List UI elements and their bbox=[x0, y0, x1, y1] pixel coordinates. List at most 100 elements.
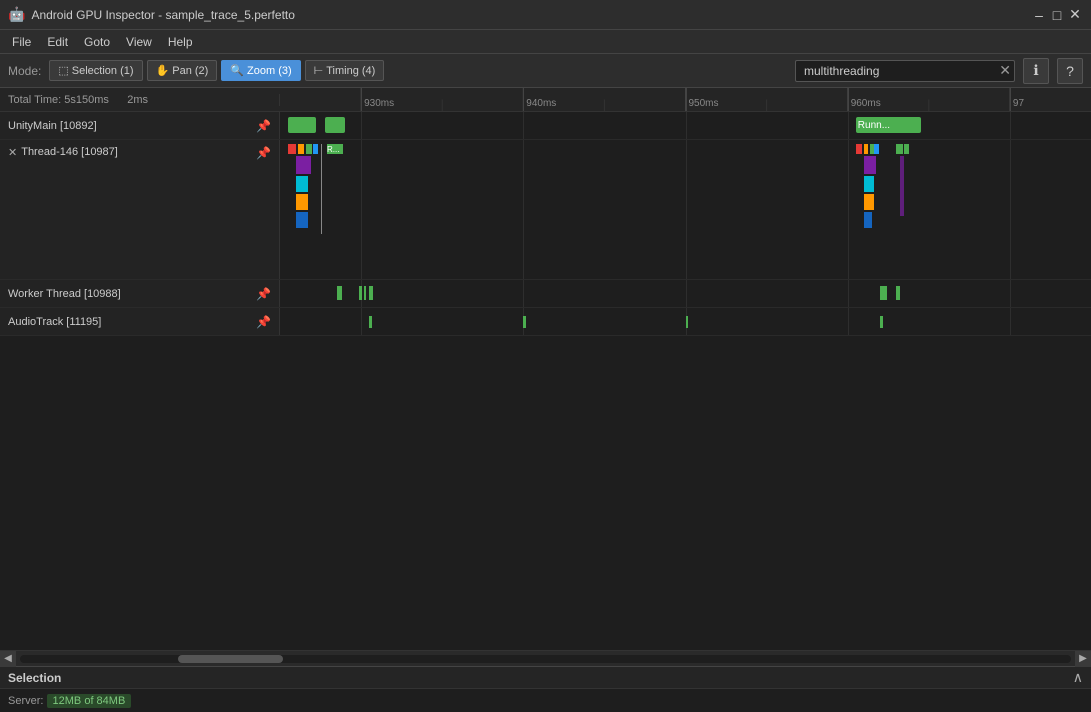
total-time: Total Time: 5s150ms 2ms bbox=[0, 94, 280, 106]
t146-purple-r[interactable] bbox=[864, 156, 876, 174]
search-clear-button[interactable]: ✕ bbox=[999, 62, 1011, 79]
t146-bar-blue-r[interactable] bbox=[874, 144, 878, 154]
menu-bar: File Edit Goto View Help bbox=[0, 30, 1091, 54]
t146-blue-r[interactable] bbox=[864, 212, 872, 228]
t146-vline bbox=[321, 144, 322, 234]
server-memory-info: 12MB of 84MB bbox=[47, 694, 132, 708]
title-bar: 🤖 Android GPU Inspector - sample_trace_5… bbox=[0, 0, 1091, 30]
t146-bar-orange[interactable] bbox=[298, 144, 304, 154]
thread-146-track: ✕ Thread-146 [10987] 📌 R... bbox=[0, 140, 1091, 280]
info-button[interactable]: ℹ bbox=[1023, 58, 1049, 84]
scrollbar-track[interactable] bbox=[20, 655, 1071, 663]
thread-146-canvas[interactable]: R... bbox=[280, 140, 1091, 279]
audio-track-canvas[interactable] bbox=[280, 308, 1091, 335]
main-content: Total Time: 5s150ms 2ms 930ms 940ms 950m… bbox=[0, 88, 1091, 666]
menu-help[interactable]: Help bbox=[160, 33, 201, 51]
t146-bar-orange-r[interactable] bbox=[864, 144, 868, 154]
worker-thread-canvas[interactable] bbox=[280, 280, 1091, 307]
selection-title: Selection bbox=[8, 671, 61, 685]
wt-bar-4[interactable] bbox=[369, 286, 373, 300]
scrollbar-thumb[interactable] bbox=[178, 655, 283, 663]
at-bar-2[interactable] bbox=[523, 316, 525, 328]
t146-bar-red-r[interactable] bbox=[856, 144, 862, 154]
title-bar-title: Android GPU Inspector - sample_trace_5.p… bbox=[31, 8, 294, 22]
pan-icon: ✋ bbox=[156, 64, 170, 77]
wt-bar-2[interactable] bbox=[359, 286, 361, 300]
mode-timing-button[interactable]: ⊢ Timing (4) bbox=[305, 60, 385, 81]
running-label: Runn... bbox=[856, 120, 892, 131]
title-bar-controls: – □ ✕ bbox=[1031, 7, 1083, 23]
menu-edit[interactable]: Edit bbox=[39, 33, 76, 51]
pan-label: Pan (2) bbox=[172, 65, 208, 77]
time-header: Total Time: 5s150ms 2ms 930ms 940ms 950m… bbox=[0, 88, 1091, 112]
t146-blue-1[interactable] bbox=[296, 212, 307, 228]
audio-track-label: AudioTrack [11195] 📌 bbox=[0, 308, 280, 335]
wt-bar-1[interactable] bbox=[337, 286, 342, 300]
t146-bar-green[interactable] bbox=[306, 144, 312, 154]
close-button[interactable]: ✕ bbox=[1067, 7, 1083, 23]
timing-icon: ⊢ bbox=[314, 64, 324, 77]
t146-orange-r[interactable] bbox=[864, 194, 874, 210]
scroll-right-button[interactable]: ▶ bbox=[1075, 651, 1091, 667]
selection-panel: Selection ∧ bbox=[0, 666, 1091, 688]
unity-main-title: UnityMain [10892] bbox=[8, 120, 97, 132]
t146-purple-thin[interactable] bbox=[900, 156, 903, 216]
maximize-button[interactable]: □ bbox=[1049, 7, 1065, 23]
server-label: Server: bbox=[8, 695, 43, 707]
thread-146-close-icon[interactable]: ✕ bbox=[8, 146, 17, 159]
t146-purple-1[interactable] bbox=[296, 156, 311, 174]
help-button[interactable]: ? bbox=[1057, 58, 1083, 84]
unity-event-running[interactable]: Runn... bbox=[856, 117, 921, 133]
unity-main-track: UnityMain [10892] 📌 Runn... bbox=[0, 112, 1091, 140]
time-ruler: 930ms 940ms 950ms 960ms 97 bbox=[280, 88, 1091, 111]
t146-bar-green-r2[interactable] bbox=[896, 144, 902, 154]
thread-146-title: Thread-146 [10987] bbox=[21, 146, 118, 158]
at-bar-3[interactable] bbox=[686, 316, 688, 328]
t146-bar-green-r3[interactable] bbox=[904, 144, 908, 154]
selection-label: Selection (1) bbox=[72, 65, 134, 77]
selection-icon: ⬚ bbox=[58, 64, 68, 77]
t146-bar-red[interactable] bbox=[288, 144, 296, 154]
mode-selection-button[interactable]: ⬚ Selection (1) bbox=[49, 60, 142, 81]
search-input[interactable] bbox=[795, 60, 1015, 82]
t146-run-bar[interactable]: R... bbox=[327, 144, 343, 154]
mode-zoom-button[interactable]: 🔍 Zoom (3) bbox=[221, 60, 300, 81]
app-icon: 🤖 bbox=[8, 6, 25, 23]
minimize-button[interactable]: – bbox=[1031, 7, 1047, 23]
mode-pan-button[interactable]: ✋ Pan (2) bbox=[147, 60, 218, 81]
menu-view[interactable]: View bbox=[118, 33, 160, 51]
at-bar-1[interactable] bbox=[369, 316, 371, 328]
at-bar-4[interactable] bbox=[880, 316, 882, 328]
zoom-label: Zoom (3) bbox=[247, 65, 292, 77]
wt-bar-r1[interactable] bbox=[880, 286, 886, 300]
search-container: ✕ bbox=[795, 60, 1015, 82]
audio-track-track: AudioTrack [11195] 📌 bbox=[0, 308, 1091, 336]
unity-event-1[interactable] bbox=[288, 117, 316, 133]
audio-track-pin-icon[interactable]: 📌 bbox=[256, 315, 271, 329]
title-bar-left: 🤖 Android GPU Inspector - sample_trace_5… bbox=[8, 6, 295, 23]
scroll-left-button[interactable]: ◀ bbox=[0, 651, 16, 667]
t146-teal-1[interactable] bbox=[296, 176, 307, 192]
worker-thread-track: Worker Thread [10988] 📌 bbox=[0, 280, 1091, 308]
unity-main-pin-icon[interactable]: 📌 bbox=[256, 119, 271, 133]
worker-thread-label: Worker Thread [10988] 📌 bbox=[0, 280, 280, 307]
wt-bar-r2[interactable] bbox=[896, 286, 900, 300]
unity-main-canvas[interactable]: Runn... bbox=[280, 112, 1091, 139]
zoom-icon: 🔍 bbox=[230, 64, 244, 77]
selection-collapse-button[interactable]: ∧ bbox=[1073, 669, 1083, 686]
unity-main-label: UnityMain [10892] 📌 bbox=[0, 112, 280, 139]
status-bar: Server: 12MB of 84MB bbox=[0, 688, 1091, 712]
thread-146-pin-icon[interactable]: 📌 bbox=[256, 146, 271, 160]
wt-bar-3[interactable] bbox=[364, 286, 366, 300]
t146-teal-r[interactable] bbox=[864, 176, 874, 192]
t146-orange-1[interactable] bbox=[296, 194, 307, 210]
thread-146-label: ✕ Thread-146 [10987] 📌 bbox=[0, 140, 280, 279]
worker-thread-pin-icon[interactable]: 📌 bbox=[256, 287, 271, 301]
menu-goto[interactable]: Goto bbox=[76, 33, 118, 51]
unity-event-2[interactable] bbox=[325, 117, 345, 133]
timing-label: Timing (4) bbox=[326, 65, 375, 77]
t146-bar-blue[interactable] bbox=[313, 144, 318, 154]
menu-file[interactable]: File bbox=[4, 33, 39, 51]
t146-bar-green-r[interactable] bbox=[870, 144, 874, 154]
timeline-area: Total Time: 5s150ms 2ms 930ms 940ms 950m… bbox=[0, 88, 1091, 650]
